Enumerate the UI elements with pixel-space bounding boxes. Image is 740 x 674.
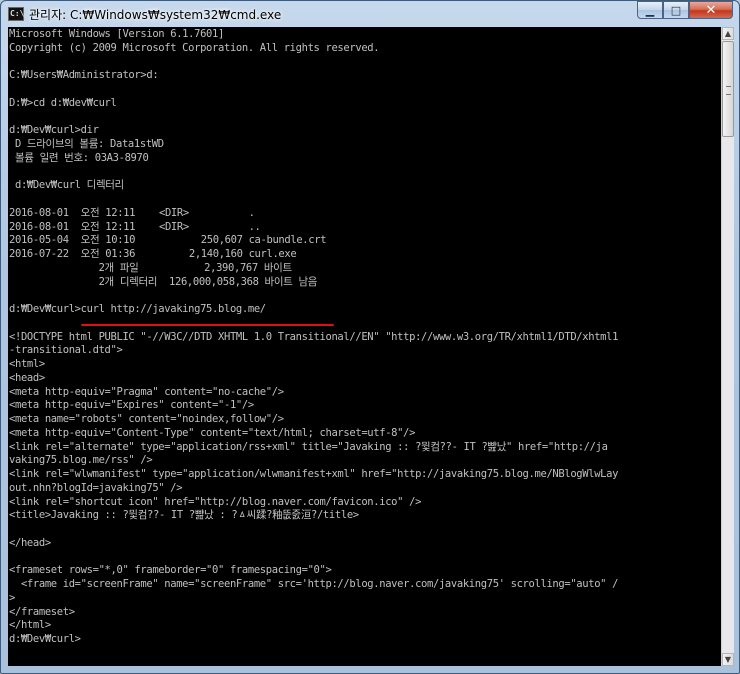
console-line: d:₩Dev₩curl>: [9, 633, 81, 645]
vertical-scrollbar[interactable]: ▲ ▼: [721, 27, 734, 666]
console-line: </html>: [9, 619, 51, 632]
console-line: <meta http-equiv="Pragma" content="no-ca…: [9, 385, 284, 398]
console-line: <meta http-equiv="Content-Type" content=…: [9, 426, 416, 439]
console-line: C:₩Users₩Administrator>d:: [9, 69, 159, 82]
console-line: <frame id="screenFrame" name="screenFram…: [9, 578, 619, 590]
console-line: </frameset>: [9, 605, 75, 618]
console-line: <html>: [9, 358, 45, 370]
console-line: <frameset rows="*,0" frameborder="0" fra…: [9, 564, 332, 577]
scroll-up-arrow-icon[interactable]: ▲: [722, 27, 734, 40]
console-line: D 드라이브의 볼륨: Data1stWD: [9, 138, 164, 150]
console-text: Microsoft Windows [Version 6.1.7601] Copy…: [8, 27, 721, 647]
cmd-window: C:\ 관리자: C:₩Windows₩system32₩cmd.exe ▁ □…: [0, 0, 740, 674]
console-output[interactable]: Microsoft Windows [Version 6.1.7601] Copy…: [8, 27, 721, 666]
console-line: <link rel="alternate" type="application/…: [9, 440, 608, 453]
maximize-button[interactable]: □: [663, 1, 689, 19]
window-bottom-border: [1, 666, 739, 674]
console-line: <head>: [9, 371, 45, 384]
console-line: vaking75.blog.me/rss" />: [9, 454, 153, 467]
console-line: -transitional.dtd">: [9, 344, 123, 357]
console-line: 2016-08-01 오전 12:11 <DIR> ..: [9, 220, 261, 233]
console-line: d:₩Dev₩curl>dir: [9, 124, 99, 137]
console-line: <!DOCTYPE html PUBLIC "-//W3C//DTD XHTML…: [9, 330, 619, 343]
caption-buttons: ▁ □ ✕: [637, 1, 733, 19]
console-line: <title>Javaking :: ?뮟컴??- IT ?뺦났 : ?ㅿ씨蹂?…: [9, 509, 359, 522]
console-line: 2016-07-22 오전 01:36 2,140,160 curl.exe: [9, 248, 297, 260]
console-line: d:₩Dev₩curl 디렉터리: [9, 179, 124, 192]
console-line: out.nhn?blogId=javaking75" />: [9, 481, 183, 494]
cmd-app-icon[interactable]: C:\: [8, 7, 24, 21]
scroll-thumb[interactable]: [722, 41, 734, 137]
console-line: <meta http-equiv="Expires" content="-1"/…: [9, 399, 254, 412]
console-line: 볼륨 일련 번호: 03A3-8970: [9, 151, 149, 164]
title-bar[interactable]: C:\ 관리자: C:₩Windows₩system32₩cmd.exe ▁ □…: [1, 1, 739, 27]
console-line: <link rel="wlwmanifest" type="applicatio…: [9, 468, 619, 480]
console-line: 2개 디렉터리 126,000,058,368 바이트 남음: [9, 275, 318, 288]
console-line: Copyright (c) 2009 Microsoft Corporation…: [9, 41, 380, 54]
console-line: d:₩Dev₩curl>curl http://javaking75.blog.…: [9, 303, 266, 315]
console-line: </head>: [9, 536, 51, 549]
console-line: <link rel="shortcut icon" href="http://b…: [9, 495, 422, 508]
red-underline-annotation: [81, 324, 334, 326]
console-line: >: [9, 591, 15, 604]
scroll-down-arrow-icon[interactable]: ▼: [722, 653, 734, 666]
console-line: 2016-05-04 오전 10:10 250,607 ca-bundle.cr…: [9, 234, 327, 247]
console-line: 2016-08-01 오전 12:11 <DIR> .: [9, 206, 255, 219]
close-button[interactable]: ✕: [689, 1, 733, 19]
console-line: D:₩>cd d:₩dev₩curl: [9, 96, 117, 109]
minimize-button[interactable]: ▁: [637, 1, 663, 19]
console-line: 2개 파일 2,390,767 바이트: [9, 261, 293, 274]
window-title: 관리자: C:₩Windows₩system32₩cmd.exe: [29, 8, 282, 22]
grip-icon: [726, 86, 731, 95]
console-line: Microsoft Windows [Version 6.1.7601]: [9, 28, 224, 40]
console-line: <meta name="robots" content="noindex,fol…: [9, 413, 284, 425]
